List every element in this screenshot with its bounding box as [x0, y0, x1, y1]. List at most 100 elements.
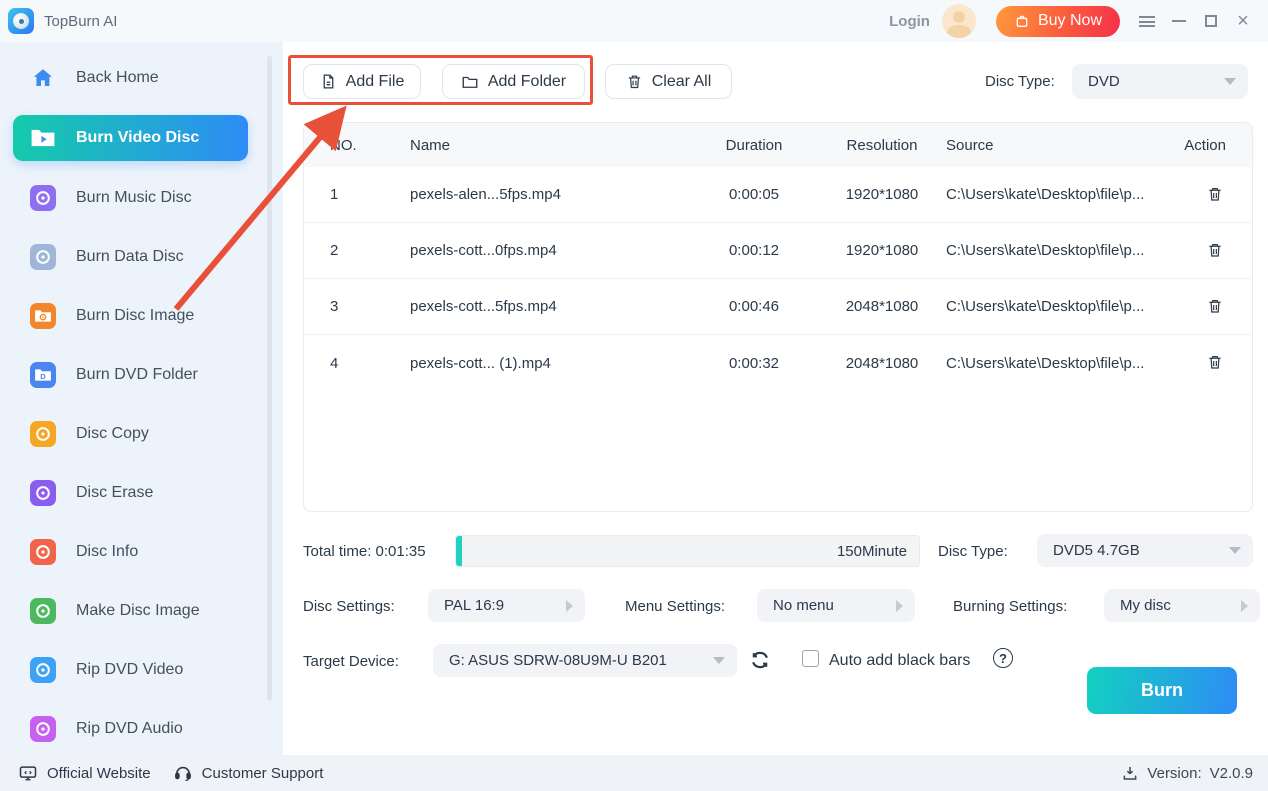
burn-button[interactable]: Burn: [1087, 667, 1237, 714]
delete-row-button[interactable]: [1204, 295, 1226, 317]
folder-icon: [461, 73, 479, 91]
disc-settings-dropdown[interactable]: PAL 16:9: [428, 589, 585, 622]
table-row[interactable]: 3 pexels-cott...5fps.mp4 0:00:46 2048*10…: [304, 279, 1252, 335]
table-row[interactable]: 4 pexels-cott... (1).mp4 0:00:32 2048*10…: [304, 335, 1252, 391]
sidebar-scrollbar[interactable]: [267, 56, 272, 701]
sidebar-item-disc-copy[interactable]: Disc Copy: [13, 412, 248, 456]
sidebar-item-rip-dvd-video[interactable]: Rip DVD Video: [13, 648, 248, 692]
disc-copy-icon: [30, 421, 56, 447]
disc-info-icon: [30, 539, 56, 565]
cell-source: C:\Users\kate\Desktop\file\p...: [946, 242, 1170, 259]
cell-no: 1: [330, 186, 410, 203]
sidebar-item-label: Back Home: [76, 69, 159, 87]
sidebar-item-label: Burn Disc Image: [76, 307, 194, 325]
login-button[interactable]: Login: [889, 13, 930, 30]
clear-all-button[interactable]: Clear All: [605, 64, 732, 99]
close-button[interactable]: ×: [1234, 12, 1252, 30]
help-icon[interactable]: ?: [993, 648, 1013, 668]
cell-source: C:\Users\kate\Desktop\file\p...: [946, 355, 1170, 372]
delete-row-button[interactable]: [1204, 183, 1226, 205]
cell-duration: 0:00:12: [690, 242, 818, 259]
cell-no: 4: [330, 355, 410, 372]
menu-settings-dropdown[interactable]: No menu: [757, 589, 915, 622]
delete-row-button[interactable]: [1204, 239, 1226, 261]
capacity-bar: 150Minute: [455, 535, 920, 567]
svg-text:D: D: [40, 372, 46, 381]
app-title: TopBurn AI: [44, 13, 117, 30]
column-action: Action: [1170, 137, 1226, 154]
cell-name: pexels-cott... (1).mp4: [410, 355, 690, 372]
download-icon[interactable]: [1121, 764, 1139, 782]
rip-dvd-video-icon: [30, 657, 56, 683]
sidebar-item-burn-dvd-folder[interactable]: D Burn DVD Folder: [13, 353, 248, 397]
sidebar-item-label: Rip DVD Audio: [76, 720, 183, 738]
avatar[interactable]: [942, 4, 976, 38]
add-folder-button[interactable]: Add Folder: [442, 64, 585, 99]
cell-source: C:\Users\kate\Desktop\file\p...: [946, 186, 1170, 203]
table-row[interactable]: 2 pexels-cott...0fps.mp4 0:00:12 1920*10…: [304, 223, 1252, 279]
disc-capacity-dropdown[interactable]: DVD5 4.7GB: [1037, 534, 1253, 567]
version-value: V2.0.9: [1210, 765, 1253, 782]
auto-black-bars-label: Auto add black bars: [829, 652, 970, 670]
capacity-bar-fill: [456, 536, 462, 566]
cell-duration: 0:00:05: [690, 186, 818, 203]
disc-erase-icon: [30, 480, 56, 506]
version-info: Version: V2.0.9: [1121, 764, 1253, 782]
chevron-right-icon: [1241, 600, 1248, 612]
rip-dvd-audio-icon: [30, 716, 56, 742]
sidebar-item-make-disc-image[interactable]: Make Disc Image: [13, 589, 248, 633]
chevron-down-icon: [1224, 78, 1236, 85]
burning-settings-label: Burning Settings:: [953, 598, 1067, 615]
sidebar-item-burn-video-disc[interactable]: Burn Video Disc: [13, 115, 248, 161]
cell-resolution: 2048*1080: [818, 298, 946, 315]
sidebar-item-disc-erase[interactable]: Disc Erase: [13, 471, 248, 515]
file-table: NO. Name Duration Resolution Source Acti…: [303, 122, 1253, 512]
auto-black-bars-checkbox[interactable]: [802, 650, 819, 667]
sidebar-item-label: Make Disc Image: [76, 602, 200, 620]
trash-icon: [1206, 353, 1224, 371]
table-row[interactable]: 1 pexels-alen...5fps.mp4 0:00:05 1920*10…: [304, 167, 1252, 223]
sidebar-item-burn-disc-image[interactable]: Burn Disc Image: [13, 294, 248, 338]
cell-name: pexels-alen...5fps.mp4: [410, 186, 690, 203]
disc-settings-label: Disc Settings:: [303, 598, 395, 615]
cell-duration: 0:00:46: [690, 298, 818, 315]
refresh-devices-button[interactable]: [749, 647, 775, 673]
chevron-right-icon: [896, 600, 903, 612]
footer-bar: Official Website Customer Support Versio…: [0, 755, 1268, 791]
column-duration: Duration: [690, 137, 818, 154]
sidebar-item-burn-data-disc[interactable]: Burn Data Disc: [13, 235, 248, 279]
sidebar-item-label: Burn Music Disc: [76, 189, 192, 207]
home-icon: [30, 65, 56, 91]
capacity-label: 150Minute: [837, 543, 907, 560]
trash-icon: [626, 73, 643, 90]
burning-settings-dropdown[interactable]: My disc: [1104, 589, 1260, 622]
sidebar-item-rip-dvd-audio[interactable]: Rip DVD Audio: [13, 707, 248, 751]
cell-source: C:\Users\kate\Desktop\file\p...: [946, 298, 1170, 315]
sidebar-item-back-home[interactable]: Back Home: [13, 56, 248, 100]
target-device-dropdown[interactable]: G: ASUS SDRW-08U9M-U B201: [433, 644, 737, 677]
official-website-link[interactable]: Official Website: [18, 763, 151, 783]
sidebar-item-disc-info[interactable]: Disc Info: [13, 530, 248, 574]
sidebar-item-burn-music-disc[interactable]: Burn Music Disc: [13, 176, 248, 220]
sidebar-item-label: Burn DVD Folder: [76, 366, 198, 384]
disc-type-dropdown[interactable]: DVD: [1072, 64, 1248, 99]
customer-support-link[interactable]: Customer Support: [173, 763, 324, 783]
table-header: NO. Name Duration Resolution Source Acti…: [304, 123, 1252, 167]
sidebar-item-label: Burn Video Disc: [76, 129, 199, 147]
buy-now-button[interactable]: Buy Now: [996, 6, 1120, 37]
dvd-folder-icon: D: [30, 362, 56, 388]
make-disc-image-icon: [30, 598, 56, 624]
sidebar-item-label: Rip DVD Video: [76, 661, 183, 679]
sidebar: Back Home Burn Video Disc Burn Music Dis…: [0, 42, 283, 755]
column-name: Name: [410, 137, 690, 154]
video-folder-icon: [30, 125, 56, 151]
minimize-button[interactable]: [1170, 12, 1188, 30]
data-disc-icon: [30, 244, 56, 270]
maximize-button[interactable]: [1202, 12, 1220, 30]
hamburger-menu-icon[interactable]: [1138, 12, 1156, 30]
add-file-button[interactable]: Add File: [303, 64, 421, 99]
column-resolution: Resolution: [818, 137, 946, 154]
monitor-icon: [18, 763, 38, 783]
topburn-app-window: TopBurn AI Login Buy Now × Back Home: [0, 0, 1268, 791]
delete-row-button[interactable]: [1204, 351, 1226, 373]
